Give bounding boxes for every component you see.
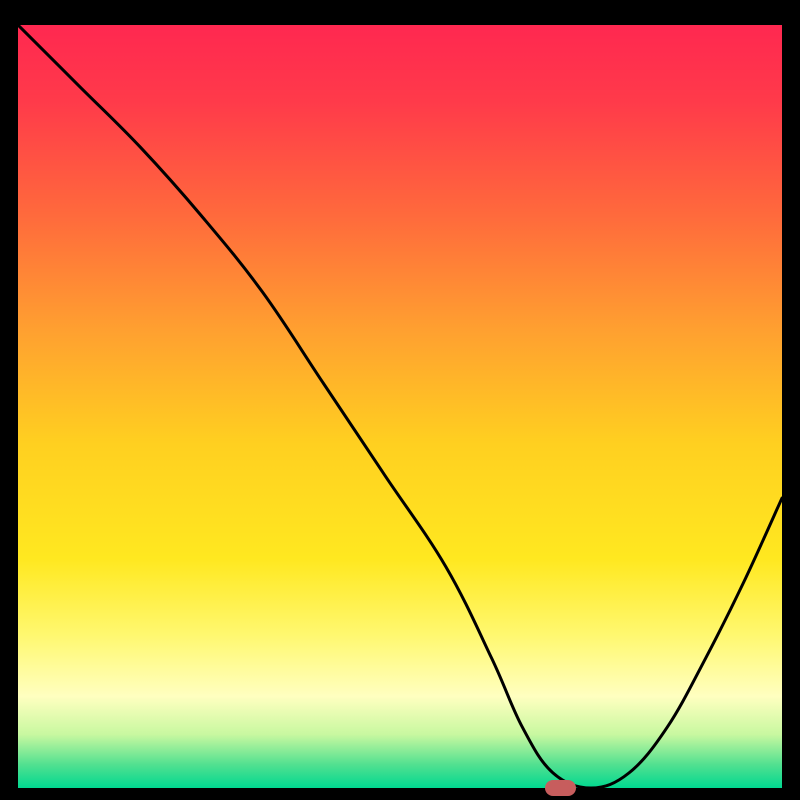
chart-frame: TheBottleneck.com: [18, 25, 782, 788]
bottleneck-chart: [18, 25, 782, 788]
optimum-marker: [545, 780, 576, 797]
